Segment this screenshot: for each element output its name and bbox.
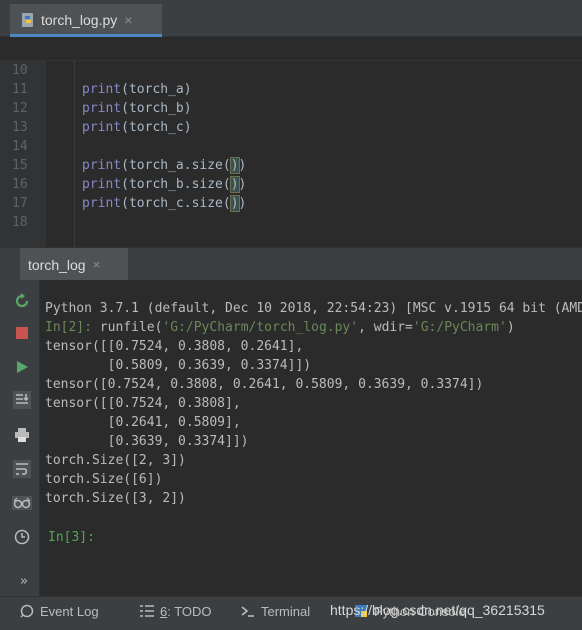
code-line: print(torch_a.size()) (82, 157, 247, 174)
expand-toolbar-icon[interactable]: » (20, 574, 28, 589)
todo-label: : TODO (167, 603, 212, 619)
console-output-line: torch.Size([2, 3]) (45, 453, 186, 468)
editor-tab-label: torch_log.py (41, 12, 118, 28)
console-output[interactable]: Python 3.7.1 (default, Dec 10 2018, 22:5… (40, 280, 582, 596)
editor-tab-torch-log[interactable]: torch_log.py × (10, 4, 162, 36)
line-number: 15 (12, 158, 28, 173)
line-number: 14 (12, 139, 28, 154)
event-log-button[interactable]: Event Log (20, 597, 99, 625)
line-number: 10 (12, 63, 28, 78)
stop-icon[interactable] (11, 322, 33, 344)
todo-icon (140, 605, 154, 617)
console-output-line: tensor([[0.7524, 0.3808], (45, 396, 241, 411)
code-line: print(torch_c) (82, 120, 192, 135)
close-icon[interactable]: × (124, 12, 132, 28)
rerun-icon[interactable] (11, 290, 33, 312)
tool-window-bar: Event Log 6: TODO Terminal Python Consol… (0, 596, 582, 630)
console-tab-label: torch_log (28, 256, 86, 273)
print-icon[interactable] (11, 424, 33, 446)
python-file-icon (20, 12, 36, 28)
code-line: print(torch_b.size()) (82, 176, 247, 193)
code-line: print(torch_a) (82, 82, 192, 97)
console-toolbar (0, 280, 40, 596)
close-icon[interactable]: × (93, 257, 101, 272)
code-line: print(torch_c.size()) (82, 195, 247, 212)
line-number: 16 (12, 177, 28, 192)
line-number: 11 (12, 82, 28, 97)
event-log-icon (20, 604, 34, 618)
todo-button[interactable]: 6: TODO (140, 597, 212, 625)
code-line: print(torch_b) (82, 101, 192, 116)
terminal-label: Terminal (261, 603, 311, 619)
line-number: 17 (12, 196, 28, 211)
run-icon[interactable] (11, 356, 33, 378)
line-number: 12 (12, 101, 28, 116)
terminal-icon (241, 606, 254, 617)
console-output-line: [0.3639, 0.3374]]) (45, 434, 249, 449)
horizontal-scrollbar[interactable] (40, 578, 582, 596)
indent-guide (74, 61, 75, 247)
todo-number: 6 (160, 603, 168, 619)
code-editor[interactable]: 10 11 12 13 14 15 16 17 18 print(torch_a… (0, 37, 582, 247)
history-icon[interactable] (11, 526, 33, 548)
editor-top-strip (0, 37, 582, 61)
event-log-label: Event Log (40, 603, 99, 619)
show-variables-icon[interactable] (11, 492, 33, 514)
line-number: 18 (12, 215, 28, 230)
console-output-line: torch.Size([6]) (45, 472, 163, 487)
console-output-line: tensor([[0.7524, 0.3808, 0.2641], (45, 339, 304, 354)
watermark-url: https://blog.csdn.net/qq_36215315 (330, 602, 545, 618)
console-output-line: torch.Size([3, 2]) (45, 491, 186, 506)
console-tab-torch-log[interactable]: torch_log × (20, 248, 128, 281)
console-run-command: In[2]: runfile('G:/PyCharm/torch_log.py'… (45, 320, 515, 335)
soft-wrap-icon[interactable] (11, 458, 33, 480)
terminal-button[interactable]: Terminal (241, 597, 310, 625)
scroll-to-end-icon[interactable] (11, 389, 33, 411)
console-output-line: [0.5809, 0.3639, 0.3374]]) (45, 358, 312, 373)
line-number-gutter: 10 11 12 13 14 15 16 17 18 (0, 61, 46, 247)
line-number: 13 (12, 120, 28, 135)
console-output-line: tensor([0.7524, 0.3808, 0.2641, 0.5809, … (45, 377, 484, 392)
console-input-prompt[interactable]: In[3]: (48, 528, 95, 547)
console-tab-bar: torch_log × (0, 247, 582, 281)
console-banner: Python 3.7.1 (default, Dec 10 2018, 22:5… (45, 301, 582, 316)
editor-tab-bar: torch_log.py × (0, 0, 582, 37)
console-output-line: [0.2641, 0.5809], (45, 415, 241, 430)
